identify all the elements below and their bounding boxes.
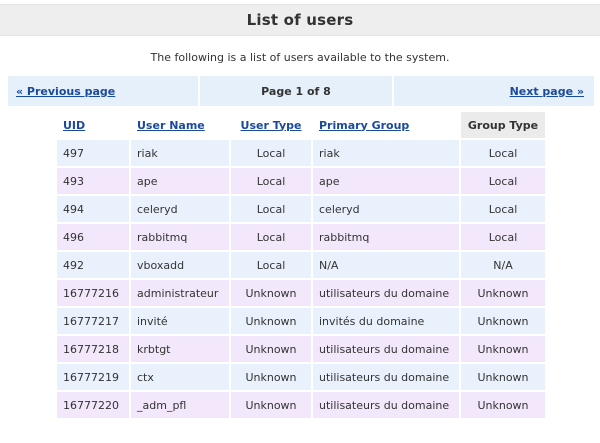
group-type-cell: Local [461,168,545,194]
user-name-cell: celeryd [131,196,229,222]
sort-by-primary-group-link[interactable]: Primary Group [319,119,409,132]
sort-by-user-type-link[interactable]: User Type [241,119,302,132]
group-type-cell: Unknown [461,280,545,306]
group-type-cell: Local [461,224,545,250]
column-header-user-type: User Type [231,112,311,138]
uid-cell: 496 [57,224,129,250]
next-page-link[interactable]: Next page » [510,85,584,98]
column-header-group-type: Group Type [461,112,545,138]
column-header-uid: UID [57,112,129,138]
user-name-cell: rabbitmq [131,224,229,250]
table-header-row: UID User Name User Type Primary Group Gr… [57,112,545,138]
title-bar: List of users [0,4,600,36]
user-type-cell: Local [231,252,311,278]
primary-group-cell: N/A [313,252,459,278]
table-row: 16777218 krbtgt Unknown utilisateurs du dom… [57,336,545,362]
primary-group-cell: invités du domaine [313,308,459,334]
table-row: 16777219 ctx Unknown utilisateurs du domain… [57,364,545,390]
table-row: 497 riak Local riak Local [57,140,545,166]
group-type-cell: N/A [461,252,545,278]
column-header-user-name: User Name [131,112,229,138]
user-name-cell: ape [131,168,229,194]
user-name-cell: _adm_pfl [131,392,229,418]
user-type-cell: Local [231,168,311,194]
user-name-cell: riak [131,140,229,166]
pager-next-cell: Next page » [394,76,594,106]
uid-cell: 16777218 [57,336,129,362]
primary-group-cell: utilisateurs du domaine [313,336,459,362]
user-type-cell: Unknown [231,308,311,334]
pager: « Previous page Page 1 of 8 Next page » [8,76,594,106]
sort-by-user-name-link[interactable]: User Name [137,119,205,132]
table-row: 16777216 administrateur Unknown utilisateur… [57,280,545,306]
user-name-cell: administrateur [131,280,229,306]
user-type-cell: Unknown [231,280,311,306]
primary-group-cell: rabbitmq [313,224,459,250]
uid-cell: 16777220 [57,392,129,418]
primary-group-cell: riak [313,140,459,166]
uid-cell: 16777217 [57,308,129,334]
user-type-cell: Unknown [231,392,311,418]
user-name-cell: ctx [131,364,229,390]
user-type-cell: Local [231,224,311,250]
group-type-cell: Unknown [461,308,545,334]
uid-cell: 492 [57,252,129,278]
primary-group-cell: ape [313,168,459,194]
user-type-cell: Local [231,196,311,222]
table-row: 494 celeryd Local celeryd Local [57,196,545,222]
table-row: 493 ape Local ape Local [57,168,545,194]
primary-group-cell: celeryd [313,196,459,222]
primary-group-cell: utilisateurs du domaine [313,364,459,390]
previous-page-link[interactable]: « Previous page [16,85,115,98]
uid-cell: 497 [57,140,129,166]
table-row: 496 rabbitmq Local rabbitmq Local [57,224,545,250]
user-name-cell: invité [131,308,229,334]
page-intro: The following is a list of users availab… [150,51,450,64]
uid-cell: 493 [57,168,129,194]
uid-cell: 16777219 [57,364,129,390]
page-title: List of users [246,11,354,29]
group-type-cell: Local [461,140,545,166]
users-table: UID User Name User Type Primary Group Gr… [55,110,547,420]
table-row: 492 vboxadd Local N/A N/A [57,252,545,278]
table-row: 16777220 _adm_pfl Unknown utilisateurs du d… [57,392,545,418]
user-type-cell: Local [231,140,311,166]
uid-cell: 16777216 [57,280,129,306]
user-name-cell: krbtgt [131,336,229,362]
group-type-cell: Unknown [461,336,545,362]
group-type-cell: Local [461,196,545,222]
pager-status: Page 1 of 8 [200,76,394,106]
primary-group-cell: utilisateurs du domaine [313,392,459,418]
sort-by-uid-link[interactable]: UID [63,119,85,132]
column-header-primary-group: Primary Group [313,112,459,138]
table-row: 16777217 invité Unknown invités du domaine U… [57,308,545,334]
user-type-cell: Unknown [231,364,311,390]
group-type-cell: Unknown [461,364,545,390]
pager-prev-cell: « Previous page [8,76,200,106]
user-name-cell: vboxadd [131,252,229,278]
primary-group-cell: utilisateurs du domaine [313,280,459,306]
user-type-cell: Unknown [231,336,311,362]
group-type-cell: Unknown [461,392,545,418]
uid-cell: 494 [57,196,129,222]
